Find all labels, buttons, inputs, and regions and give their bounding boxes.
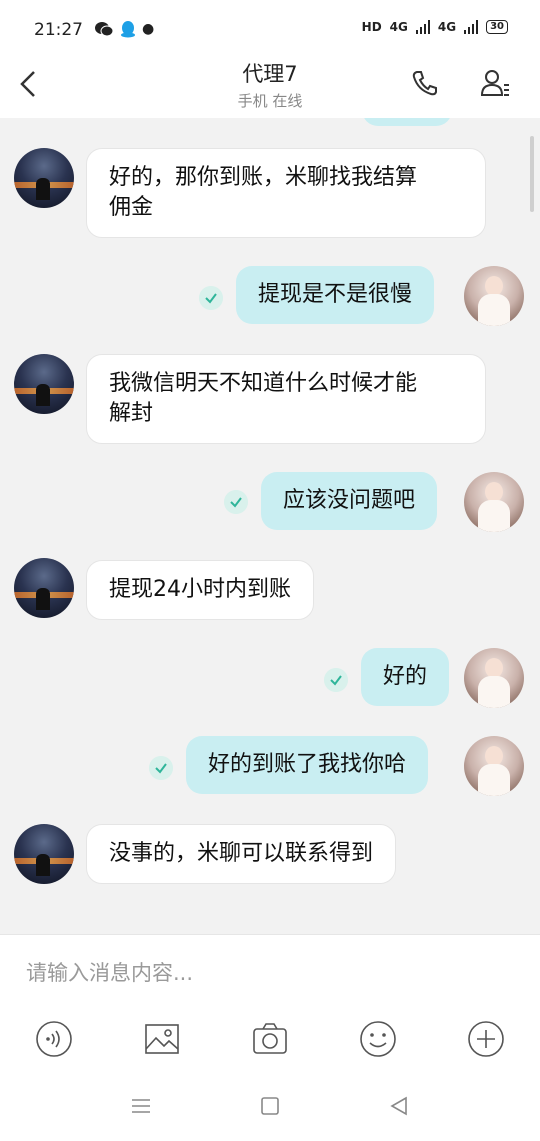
read-check-icon bbox=[324, 668, 348, 692]
message-input[interactable]: 请输入消息内容... bbox=[26, 957, 193, 987]
chat-scrollbar[interactable] bbox=[530, 136, 534, 212]
message-bubble-received[interactable]: 没事的，米聊可以联系得到 bbox=[86, 824, 397, 884]
home-icon[interactable] bbox=[259, 1095, 281, 1117]
my-avatar[interactable] bbox=[464, 648, 524, 708]
camera-icon[interactable] bbox=[250, 1019, 290, 1059]
contact-avatar[interactable] bbox=[14, 148, 74, 208]
my-avatar[interactable] bbox=[464, 472, 524, 532]
status-time: 21:27 bbox=[34, 20, 83, 40]
my-avatar[interactable] bbox=[464, 266, 524, 326]
qq-icon bbox=[121, 21, 135, 38]
message-bubble-sent[interactable]: 好的 bbox=[361, 648, 450, 706]
voice-icon[interactable] bbox=[34, 1019, 74, 1059]
chat-messages[interactable]: 好的，那你到账，米聊找我结算 佣金 提现是不是很慢 我微信明天不知道什么时候才能… bbox=[0, 118, 540, 934]
image-icon[interactable] bbox=[142, 1019, 182, 1059]
message-line: 好的到账了我找你哈 bbox=[208, 752, 407, 777]
signal-label-2: 4G bbox=[437, 20, 457, 34]
message-bubble-received[interactable]: 提现24小时内到账 bbox=[86, 560, 314, 620]
message-bubble-received[interactable]: 我微信明天不知道什么时候才能 解封 bbox=[86, 354, 486, 444]
signal-icon-2 bbox=[464, 20, 479, 34]
hd-label: HD bbox=[361, 20, 382, 34]
read-check-icon bbox=[224, 490, 248, 514]
chat-header: 代理7 手机 在线 bbox=[0, 52, 540, 118]
contact-profile-icon[interactable] bbox=[480, 68, 510, 98]
plus-icon[interactable] bbox=[466, 1019, 506, 1059]
contact-name: 代理7 bbox=[242, 62, 298, 86]
contact-avatar[interactable] bbox=[14, 354, 74, 414]
message-bubble-sent[interactable]: 提现是不是很慢 bbox=[236, 266, 435, 324]
contact-avatar[interactable] bbox=[14, 558, 74, 618]
message-bubble-sent[interactable]: 好的到账了我找你哈 bbox=[186, 736, 429, 794]
emoji-icon[interactable] bbox=[358, 1019, 398, 1059]
message-line: 我微信明天不知道什么时候才能 bbox=[109, 371, 418, 396]
message-line: 好的，那你到账，米聊找我结算 bbox=[109, 165, 418, 190]
signal-icon bbox=[415, 20, 430, 34]
message-line: 佣金 bbox=[109, 195, 154, 220]
previous-message-bubble-partial bbox=[362, 118, 452, 126]
menu-icon[interactable] bbox=[130, 1095, 152, 1117]
input-bar: 请输入消息内容... bbox=[0, 934, 540, 1141]
message-line: 好的 bbox=[383, 664, 428, 689]
read-check-icon bbox=[199, 286, 223, 310]
message-bubble-sent[interactable]: 应该没问题吧 bbox=[261, 472, 438, 530]
wechat-icon bbox=[95, 22, 114, 37]
message-line: 提现24小时内到账 bbox=[109, 577, 291, 602]
message-line: 没事的，米聊可以联系得到 bbox=[109, 841, 374, 866]
back-icon[interactable] bbox=[388, 1095, 410, 1117]
phone-icon[interactable] bbox=[410, 68, 440, 98]
message-bubble-received[interactable]: 好的，那你到账，米聊找我结算 佣金 bbox=[86, 148, 486, 238]
message-line: 提现是不是很慢 bbox=[258, 282, 413, 307]
message-line: 解封 bbox=[109, 401, 154, 426]
contact-avatar[interactable] bbox=[14, 824, 74, 884]
signal-label-1: 4G bbox=[389, 20, 408, 34]
battery-icon: 30 bbox=[486, 20, 508, 34]
status-bar: 21:27 ● HD 4G 4G 30 bbox=[0, 0, 540, 52]
contact-status: 手机 在线 bbox=[237, 92, 303, 110]
my-avatar[interactable] bbox=[464, 736, 524, 796]
more-dot-icon: ● bbox=[142, 21, 155, 37]
read-check-icon bbox=[149, 756, 173, 780]
status-right: HD 4G 4G 30 bbox=[362, 20, 508, 34]
status-app-icons: ● bbox=[94, 20, 154, 38]
message-line: 应该没问题吧 bbox=[283, 488, 416, 513]
